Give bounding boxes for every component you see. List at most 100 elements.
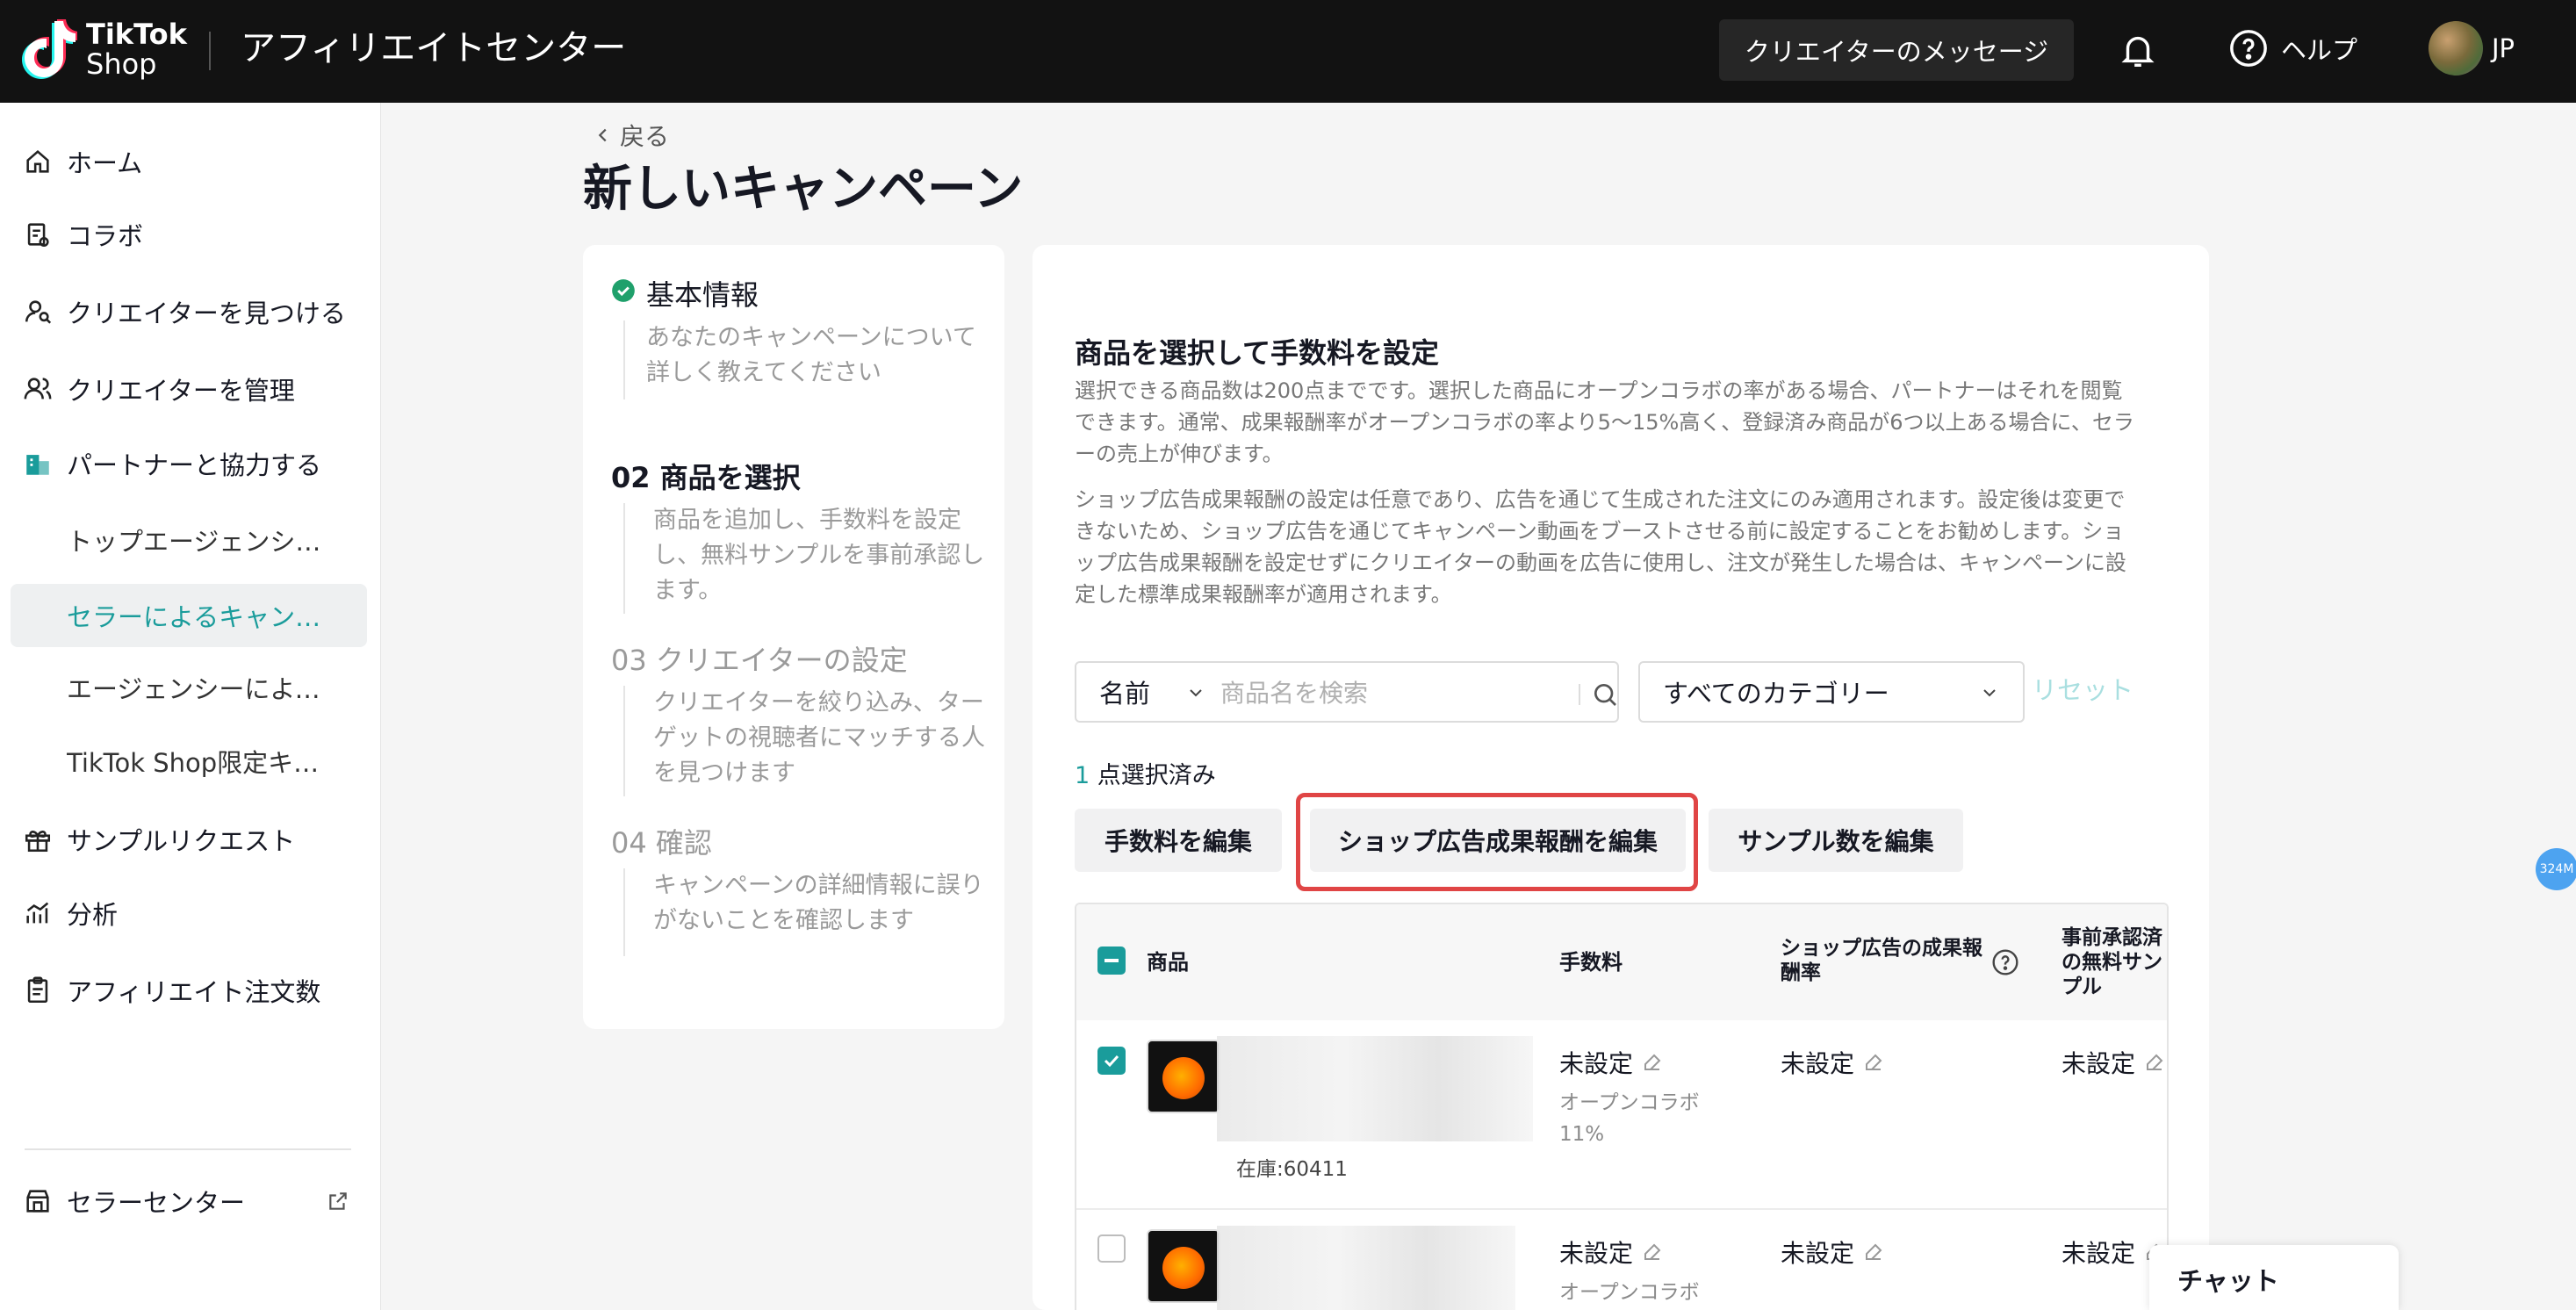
step-connector	[623, 686, 625, 796]
step-basic-info-title[interactable]: 基本情報	[646, 273, 759, 313]
step-connector	[623, 320, 625, 399]
sidebar-item-label: クリエイターを管理	[67, 376, 295, 406]
commission-text: 未設定	[1559, 1239, 1634, 1268]
search-input[interactable]: 商品名を検索	[1220, 674, 1368, 709]
step-confirm-title: 04 確認	[611, 826, 712, 860]
search-field-selector[interactable]: 名前	[1099, 673, 1150, 710]
samples-text: 未設定	[2062, 1049, 2136, 1078]
back-link[interactable]: 戻る	[594, 118, 669, 153]
sidebar-item-label: セラーセンター	[67, 1188, 246, 1218]
sidebar-subitem-seller-campaign[interactable]: セラーによるキャンペ…	[11, 584, 367, 647]
chevron-down-icon[interactable]	[1185, 682, 1206, 703]
table-header: 商品 手数料 ショップ広告の成果報酬率 事前承認済の無料サンプル	[1076, 904, 2167, 1020]
table-row: 在庫:60411 未設定 オープンコラボ 11% 未設定 未設定	[1076, 1020, 2167, 1210]
sidebar-subitem-top-agency[interactable]: トップエージェンシー…	[11, 508, 367, 572]
creator-messages-button[interactable]: クリエイターのメッセージ	[1719, 19, 2074, 81]
tiktok-shop-logo[interactable]: TikTok Shop	[21, 16, 187, 83]
sidebar-item-find-creators[interactable]: クリエイターを見つける	[0, 281, 381, 342]
sidebar-item-home[interactable]: ホーム	[0, 131, 381, 192]
page-title: 新しいキャンペーン	[583, 161, 1024, 218]
top-bar: TikTok Shop アフィリエイトセンター クリエイターのメッセージ ヘルプ…	[0, 0, 2576, 103]
clipboard-icon	[27, 223, 49, 248]
chevron-left-icon	[598, 128, 607, 142]
header-preapproved-samples: 事前承認済の無料サンプル	[2062, 926, 2162, 998]
sidebar-item-affiliate-orders[interactable]: アフィリエイト注文数	[0, 960, 381, 1021]
highlight-box	[1296, 793, 1698, 891]
help-button[interactable]: ヘルプ	[2228, 28, 2357, 68]
order-icon	[27, 976, 48, 1004]
minus-icon	[1105, 959, 1119, 962]
edit-icon	[1866, 1243, 1882, 1260]
product-image	[1162, 1247, 1205, 1289]
sidebar-item-manage-creators[interactable]: クリエイターを管理	[0, 358, 381, 420]
category-select[interactable]: すべてのカテゴリー	[1638, 661, 2025, 723]
header-commission: 手数料	[1559, 950, 1623, 975]
sidebar-item-label: パートナーと協力する	[67, 450, 322, 480]
product-table: 商品 手数料 ショップ広告の成果報酬率 事前承認済の無料サンプル 在庫:6041…	[1075, 903, 2169, 1310]
commission-value[interactable]: 未設定	[1559, 1234, 1663, 1270]
help-label: ヘルプ	[2281, 35, 2358, 65]
selected-count-number: 1	[1075, 762, 1090, 789]
sidebar: ホーム コラボ クリエイターを見つける クリエイターを管理 パートナーと協力する…	[0, 103, 381, 1310]
info-question-icon[interactable]	[1991, 948, 2019, 976]
sidebar-item-seller-center[interactable]: セラーセンター	[0, 1170, 381, 1232]
header-shop-ads-rate: ショップ広告の成果報酬率	[1781, 937, 1982, 984]
sidebar-item-label: ホーム	[67, 148, 143, 178]
step-basic-info-desc: あなたのキャンペーンについて詳しく教えてください	[646, 324, 976, 386]
header-product: 商品	[1147, 950, 1189, 975]
sidebar-subitem-label: トップエージェンシー…	[67, 527, 339, 557]
selected-count-label: 点選択済み	[1090, 762, 1216, 789]
sidebar-item-label: サンプルリクエスト	[67, 826, 296, 856]
product-search-box: 名前 商品名を検索	[1075, 661, 1619, 723]
chat-button[interactable]: チャット	[2149, 1245, 2399, 1310]
reset-button[interactable]: リセット	[2032, 670, 2133, 707]
select-all-checkbox[interactable]	[1097, 947, 1126, 975]
edit-icon	[1644, 1243, 1661, 1260]
sidebar-item-sample-requests[interactable]: サンプルリクエスト	[0, 809, 381, 870]
sidebar-subitem-agency-campaign[interactable]: エージェンシーによる…	[11, 656, 367, 719]
category-value: すべてのカテゴリー	[1663, 679, 1889, 709]
table-row: 未設定 オープンコラボ 未設定 未設定	[1076, 1210, 2167, 1310]
logo-line1: TikTok	[86, 18, 187, 51]
logo-line2: Shop	[86, 47, 157, 81]
step-confirm-desc: キャンペーンの詳細情報に誤りがないことを確認します	[653, 872, 984, 934]
sidebar-item-collab[interactable]: コラボ	[0, 204, 381, 265]
open-collab-label: オープンコラボ	[1559, 1281, 1700, 1304]
chart-icon	[26, 902, 49, 924]
edit-icon	[2147, 1054, 2163, 1070]
check-circle-icon	[612, 279, 635, 302]
sidebar-subitem-tiktok-exclusive[interactable]: TikTok Shop限定キャン…	[11, 730, 367, 793]
question-icon	[2230, 30, 2267, 67]
region-label: JP	[2492, 33, 2515, 63]
bell-icon[interactable]	[2118, 30, 2158, 70]
shop-ads-rate-value[interactable]: 未設定	[1781, 1045, 1884, 1080]
users-icon	[24, 378, 52, 399]
home-icon	[26, 149, 49, 173]
floating-badge[interactable]: 324M	[2536, 848, 2576, 890]
sidebar-subitem-label: TikTok Shop限定キャン…	[67, 748, 339, 778]
edit-icon	[1644, 1054, 1661, 1070]
edit-commission-button[interactable]: 手数料を編集	[1075, 809, 1282, 872]
row-checkbox[interactable]	[1097, 1234, 1126, 1263]
shop-ads-rate-value[interactable]: 未設定	[1781, 1234, 1884, 1270]
commission-value[interactable]: 未設定	[1559, 1045, 1663, 1080]
commission-text: 未設定	[1559, 1049, 1634, 1078]
sidebar-item-analytics[interactable]: 分析	[0, 882, 381, 944]
back-label: 戻る	[620, 122, 670, 151]
search-icon[interactable]	[1591, 680, 1619, 709]
account-menu[interactable]: JP	[2428, 21, 2515, 76]
samples-value[interactable]: 未設定	[2062, 1045, 2165, 1080]
shop-ads-rate-text: 未設定	[1781, 1049, 1855, 1078]
chevron-down-icon	[1983, 689, 1996, 697]
header-divider	[209, 32, 211, 70]
external-link-icon	[329, 1192, 347, 1210]
avatar	[2428, 21, 2483, 76]
row-checkbox[interactable]	[1097, 1047, 1126, 1075]
product-image	[1162, 1057, 1205, 1099]
app-title: アフィリエイトセンター	[241, 28, 627, 68]
sidebar-divider	[25, 1148, 351, 1150]
edit-icon	[1866, 1054, 1882, 1070]
sidebar-item-partners[interactable]: パートナーと協力する	[0, 433, 381, 494]
step-connector	[623, 503, 625, 614]
edit-sample-count-button[interactable]: サンプル数を編集	[1709, 809, 1963, 872]
